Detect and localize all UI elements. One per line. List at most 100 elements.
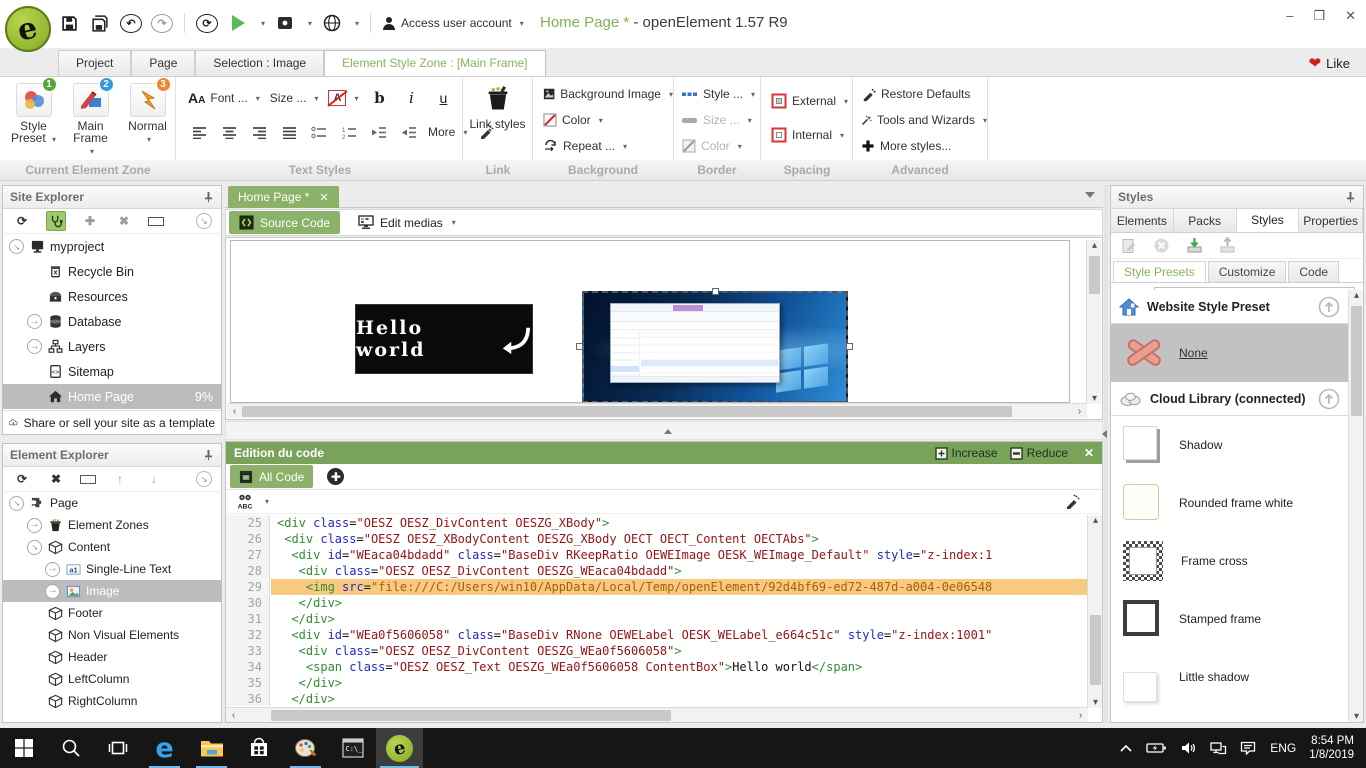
- page-surface[interactable]: Hello world: [230, 240, 1070, 403]
- background-repeat-button[interactable]: Repeat ...▾: [543, 134, 673, 158]
- style-preset-rounded-frame-white[interactable]: Rounded frame white: [1111, 474, 1348, 532]
- styles-tab-styles[interactable]: Styles: [1237, 209, 1300, 232]
- tree-item-myproject[interactable]: → myproject: [3, 234, 221, 259]
- increase-button[interactable]: Increase: [935, 446, 998, 460]
- code-lines[interactable]: <div class="OESZ OESZ_DivContent OESZG_X…: [271, 515, 1087, 706]
- taskbar-search[interactable]: [47, 728, 94, 768]
- code-line-35[interactable]: </div>: [271, 675, 1087, 691]
- expander-icon[interactable]: →: [45, 562, 60, 577]
- spacing-internal-button[interactable]: Internal▾: [771, 123, 852, 147]
- scroll-up-icon[interactable]: ▴: [1087, 240, 1102, 251]
- styles-subtab-customize[interactable]: Customize: [1208, 261, 1287, 282]
- increase-indent-icon[interactable]: [368, 121, 390, 143]
- canvas-vertical-scrollbar[interactable]: ▴ ▾: [1086, 240, 1101, 404]
- style-preset-little-shadow[interactable]: Little shadow: [1111, 648, 1348, 706]
- expander-icon[interactable]: →: [27, 314, 42, 329]
- main-frame-button[interactable]: 2 Main Frame▾: [63, 83, 118, 161]
- rename-icon[interactable]: [80, 475, 96, 484]
- taskbar-start[interactable]: [0, 728, 47, 768]
- tree-item-rightcolumn[interactable]: RightColumn: [3, 690, 221, 712]
- pin-icon[interactable]: [1345, 191, 1356, 203]
- align-justify-icon[interactable]: [278, 121, 300, 143]
- taskbar-cmd[interactable]: C:\_: [329, 728, 376, 768]
- delete-icon[interactable]: ✖: [46, 469, 66, 489]
- taskbar-task-view[interactable]: [94, 728, 141, 768]
- tree-item-element-zones[interactable]: → Element Zones: [3, 514, 221, 536]
- publish-caret-icon[interactable]: ▾: [355, 19, 359, 28]
- tree-item-home-page[interactable]: Home Page 9%: [3, 384, 221, 409]
- more-text-styles-button[interactable]: More▾: [428, 120, 467, 144]
- like-button[interactable]: ❤ Like: [1309, 54, 1350, 72]
- panel-menu-icon[interactable]: ↘: [196, 213, 212, 229]
- style-preset-shadow[interactable]: Shadow: [1111, 416, 1348, 474]
- scrollbar-thumb[interactable]: [1090, 615, 1101, 685]
- scroll-down-icon[interactable]: ▾: [1088, 697, 1103, 708]
- source-code-button[interactable]: Source Code: [229, 211, 340, 234]
- network-icon[interactable]: [1210, 741, 1227, 755]
- styles-vertical-scrollbar[interactable]: ▴ ▾: [1348, 290, 1363, 722]
- canvas-horizontal-scrollbar[interactable]: ‹ ›: [227, 403, 1087, 418]
- bold-button[interactable]: b: [368, 87, 390, 109]
- size-button[interactable]: Size ...▾: [270, 86, 319, 110]
- styles-subtab-style-presets[interactable]: Style Presets: [1113, 261, 1206, 282]
- import-style-icon[interactable]: [1186, 237, 1203, 254]
- tree-item-footer[interactable]: Footer: [3, 602, 221, 624]
- code-format-painter-icon[interactable]: [1064, 494, 1080, 510]
- save-all-icon[interactable]: [89, 11, 111, 35]
- close-code-panel-icon[interactable]: ✕: [1084, 446, 1094, 460]
- expander-icon[interactable]: →: [9, 239, 24, 254]
- language-indicator[interactable]: ENG: [1270, 741, 1296, 755]
- scroll-down-icon[interactable]: ▾: [1087, 393, 1102, 404]
- tools-and-wizards-button[interactable]: Tools and Wizards▾: [861, 108, 987, 132]
- expander-icon[interactable]: →: [27, 518, 42, 533]
- hello-world-label-element[interactable]: Hello world: [355, 304, 533, 374]
- tree-item-page[interactable]: → Page: [3, 492, 221, 514]
- italic-button[interactable]: i: [400, 87, 422, 109]
- delete-icon[interactable]: ✖: [114, 211, 134, 231]
- styles-tab-packs[interactable]: Packs: [1174, 209, 1237, 232]
- action-center-icon[interactable]: [1240, 741, 1257, 755]
- edit-medias-button[interactable]: Edit medias ▾: [358, 215, 456, 230]
- scroll-up-icon[interactable]: ▴: [1349, 290, 1364, 301]
- scroll-up-icon[interactable]: ▴: [1088, 515, 1103, 526]
- scrollbar-thumb[interactable]: [242, 406, 1012, 417]
- restore-defaults-button[interactable]: Restore Defaults: [861, 82, 987, 106]
- tree-item-image[interactable]: → Image: [3, 580, 221, 602]
- styles-tab-properties[interactable]: Properties: [1299, 209, 1363, 232]
- site-check-icon[interactable]: [46, 211, 66, 231]
- tree-item-sitemap[interactable]: <> Sitemap: [3, 359, 221, 384]
- code-horizontal-scrollbar[interactable]: ‹ ›: [226, 707, 1088, 722]
- remove-style-icon[interactable]: [1153, 237, 1170, 254]
- tree-item-header[interactable]: Header: [3, 646, 221, 668]
- code-line-33[interactable]: <div class="OESZ OESZ_DivContent OESZG_W…: [271, 643, 1087, 659]
- taskbar-edge[interactable]: e: [141, 728, 188, 768]
- code-area[interactable]: 25262728293031323334353637 <div class="O…: [226, 515, 1087, 706]
- all-code-tab[interactable]: All Code: [230, 465, 313, 488]
- panel-menu-icon[interactable]: ↘: [196, 471, 212, 487]
- wysiwyg-canvas[interactable]: Hello world ‹: [225, 237, 1103, 420]
- save-icon[interactable]: [58, 11, 80, 35]
- add-icon[interactable]: ✚: [80, 211, 100, 231]
- access-user-account-button[interactable]: Access user account ▾: [382, 16, 524, 31]
- styles-tab-elements[interactable]: Elements: [1111, 209, 1174, 232]
- border-color-button[interactable]: Color▾: [682, 134, 760, 158]
- tree-item-content[interactable]: → Content: [3, 536, 221, 558]
- collapse-section-icon[interactable]: [1318, 388, 1340, 410]
- export-icon[interactable]: [274, 11, 296, 35]
- align-center-icon[interactable]: [218, 121, 240, 143]
- scroll-left-icon[interactable]: ‹: [227, 406, 242, 417]
- spacing-external-button[interactable]: External▾: [771, 89, 852, 113]
- section-header-cloud-library-connected[interactable]: Cloud Library (connected): [1111, 382, 1348, 416]
- section-header-website-style-preset[interactable]: Website Style Preset: [1111, 290, 1348, 324]
- code-line-34[interactable]: <span class="OESZ OESZ_Text OESZG_WEa0f5…: [271, 659, 1087, 675]
- tree-item-non-visual-elements[interactable]: Non Visual Elements: [3, 624, 221, 646]
- code-line-29[interactable]: <img src="file:///C:/Users/win10/AppData…: [271, 579, 1087, 595]
- ribbon-tab-project[interactable]: Project: [58, 50, 131, 76]
- volume-icon[interactable]: [1180, 741, 1197, 755]
- bullet-list-icon[interactable]: [308, 121, 330, 143]
- scroll-down-icon[interactable]: ▾: [1349, 711, 1364, 722]
- scrollbar-thumb[interactable]: [1351, 306, 1362, 416]
- preview-caret-icon[interactable]: ▾: [261, 19, 265, 28]
- underline-button[interactable]: u: [432, 87, 454, 109]
- font-button[interactable]: AA Font ...▾: [188, 86, 260, 110]
